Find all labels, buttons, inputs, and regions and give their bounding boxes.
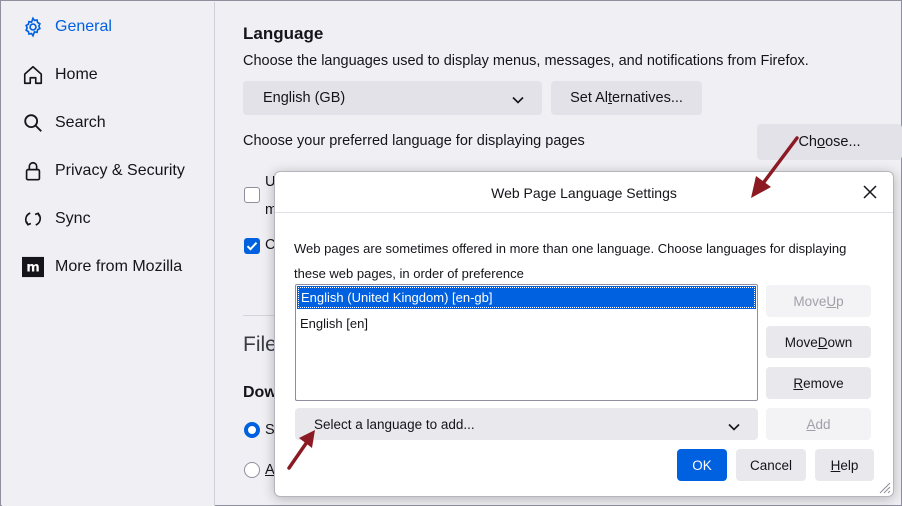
- move-down-accesskey: D: [817, 334, 828, 350]
- ok-button[interactable]: OK: [677, 449, 727, 481]
- sidebar-item-label: Search: [55, 114, 106, 131]
- sidebar-item-general[interactable]: General: [20, 12, 112, 42]
- gear-icon: [20, 14, 46, 40]
- move-up-button[interactable]: Move Up: [766, 285, 871, 317]
- cancel-button[interactable]: Cancel: [736, 449, 806, 481]
- search-icon: [20, 110, 46, 136]
- lock-icon: [20, 158, 46, 184]
- remove-button[interactable]: Remove: [766, 367, 871, 399]
- language-heading: Language: [243, 24, 324, 43]
- sidebar-item-label: General: [55, 18, 112, 35]
- close-icon[interactable]: [861, 183, 879, 201]
- help-button[interactable]: Help: [815, 449, 874, 481]
- set-alternatives-label-a: Set Al: [570, 90, 608, 106]
- remove-label: emove: [803, 375, 844, 391]
- radio-unselected[interactable]: [244, 462, 260, 478]
- mozilla-icon: m: [20, 254, 46, 280]
- language-description: Choose the languages used to display men…: [243, 53, 809, 69]
- move-up-label-b: p: [836, 293, 844, 309]
- sidebar-item-label: Privacy & Security: [55, 162, 185, 179]
- move-down-label-b: own: [827, 334, 853, 350]
- chevron-down-icon: [512, 92, 524, 108]
- dialog-separator: [275, 212, 893, 213]
- add-button[interactable]: Add: [766, 408, 871, 440]
- list-item[interactable]: English (United Kingdom) [en-gb]: [297, 286, 756, 309]
- remove-accesskey: R: [793, 375, 804, 391]
- preferred-language-text: Choose your preferred language for displ…: [243, 133, 585, 149]
- chevron-down-icon: [728, 419, 740, 434]
- radio-selected[interactable]: [244, 422, 260, 438]
- downloads-heading: Dow: [243, 384, 277, 401]
- sidebar-item-privacy[interactable]: Privacy & Security: [20, 156, 185, 186]
- svg-text:m: m: [26, 261, 39, 276]
- language-list[interactable]: English (United Kingdom) [en-gb] English…: [295, 284, 758, 401]
- web-page-language-dialog: Web Page Language Settings Web pages are…: [274, 171, 894, 497]
- sidebar-item-mozilla[interactable]: m More from Mozilla: [20, 252, 182, 282]
- sidebar: General Home Search Privacy & Security S…: [2, 2, 215, 506]
- help-accesskey: H: [830, 457, 841, 473]
- add-accesskey: A: [806, 416, 816, 432]
- sidebar-item-search[interactable]: Search: [20, 108, 106, 138]
- ui-language-value: English (GB): [263, 90, 346, 106]
- set-alternatives-label-b: ernatives...: [612, 90, 683, 106]
- move-up-label-a: Move: [793, 293, 827, 309]
- choose-label-b: ose...: [825, 134, 861, 150]
- checkbox-checked[interactable]: [244, 238, 260, 254]
- set-alternatives-button[interactable]: Set Al t ernatives...: [551, 81, 702, 115]
- annotation-arrow-icon: [287, 430, 315, 470]
- checkbox-unchecked[interactable]: [244, 187, 260, 203]
- move-down-button[interactable]: Move Down: [766, 326, 871, 358]
- annotation-arrow-icon: [751, 136, 799, 198]
- sidebar-item-sync[interactable]: Sync: [20, 204, 91, 234]
- ui-language-select[interactable]: English (GB): [243, 81, 542, 115]
- sidebar-item-label: Home: [55, 66, 98, 83]
- move-up-accesskey: U: [826, 293, 837, 309]
- dialog-description: Web pages are sometimes offered in more …: [294, 241, 847, 281]
- sidebar-item-label: More from Mozilla: [55, 258, 183, 275]
- sidebar-item-home[interactable]: Home: [20, 60, 98, 90]
- help-label: elp: [840, 457, 859, 473]
- list-item[interactable]: English [en]: [296, 312, 757, 335]
- add-language-select[interactable]: Select a language to add...: [295, 408, 758, 440]
- home-icon: [20, 62, 46, 88]
- sync-icon: [20, 206, 46, 232]
- move-down-label-a: Move: [784, 334, 818, 350]
- add-label: dd: [815, 416, 831, 432]
- resize-grip-icon[interactable]: [877, 480, 891, 494]
- sidebar-item-label: Sync: [55, 210, 91, 227]
- files-heading: File: [243, 333, 277, 356]
- choose-accesskey: o: [817, 134, 826, 150]
- add-language-placeholder: Select a language to add...: [314, 416, 475, 432]
